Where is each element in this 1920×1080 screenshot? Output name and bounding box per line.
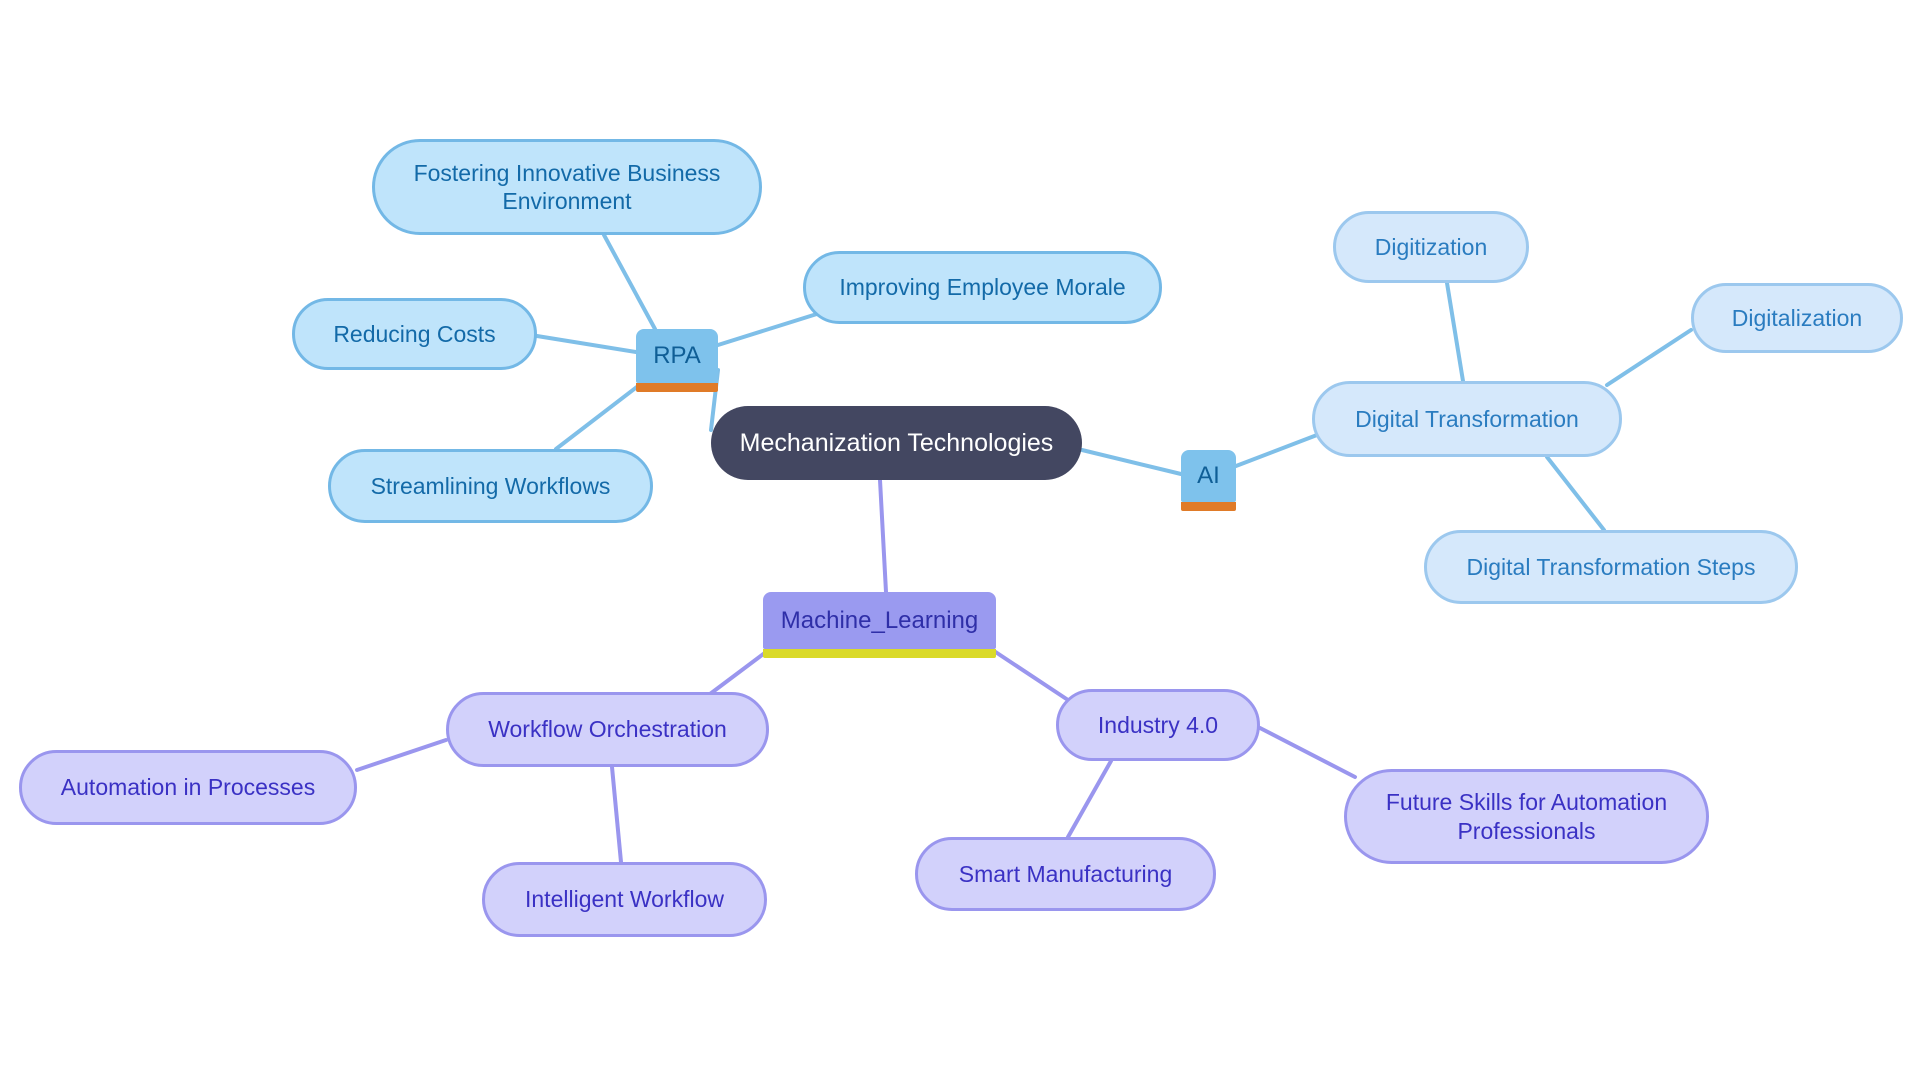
node-label: Digital Transformation <box>1355 405 1579 432</box>
mindmap-node-industry40[interactable]: Industry 4.0 <box>1056 689 1260 761</box>
edge-industry40-to-future-skills <box>1258 726 1357 779</box>
edge-root-to-ml <box>878 478 888 594</box>
node-label: Digitization <box>1374 233 1488 260</box>
edge-root-to-ai <box>1080 448 1183 476</box>
mindmap-node-digital-transformation[interactable]: Digital Transformation <box>1312 381 1622 457</box>
mindmap-node-root[interactable]: Mechanization Technologies <box>711 406 1082 480</box>
mindmap-node-digitization[interactable]: Digitization <box>1333 211 1529 283</box>
mindmap-node-workflow-orchestration[interactable]: Workflow Orchestration <box>446 692 769 767</box>
node-label: Smart Manufacturing <box>958 860 1173 887</box>
mindmap-node-intelligent-workflow[interactable]: Intelligent Workflow <box>482 862 767 937</box>
mindmap-node-ml[interactable]: Machine_Learning <box>763 592 996 658</box>
edge-rpa-to-fostering <box>602 233 657 331</box>
edge-rpa-to-reducing-costs <box>535 334 638 354</box>
node-label: AI <box>1197 462 1220 490</box>
node-label: Machine_Learning <box>780 606 979 634</box>
node-label: Improving Employee Morale <box>839 274 1126 301</box>
mindmap-node-morale[interactable]: Improving Employee Morale <box>803 251 1162 324</box>
mindmap-node-rpa[interactable]: RPA <box>636 329 718 392</box>
mindmap-node-ai[interactable]: AI <box>1181 450 1236 511</box>
node-label: Future Skills for Automation Professiona… <box>1385 789 1668 844</box>
node-label: Workflow Orchestration <box>488 716 727 743</box>
edge-ml-to-industry40 <box>989 647 1070 702</box>
mindmap-node-digitalization[interactable]: Digitalization <box>1691 283 1903 353</box>
node-label: Fostering Innovative Business Environmen… <box>413 159 721 214</box>
mindmap-canvas: Mechanization Technologies RPA AI Machine_L… <box>0 0 1920 1080</box>
mindmap-node-dt-steps[interactable]: Digital Transformation Steps <box>1424 530 1798 604</box>
mindmap-node-automation-processes[interactable]: Automation in Processes <box>19 750 357 825</box>
edge-digital-transformation-to-digitization <box>1445 281 1465 383</box>
node-label: Digitalization <box>1731 304 1863 331</box>
edge-workflow-orchestration-to-intelligent-workflow <box>610 765 623 864</box>
mindmap-node-smart-manufacturing[interactable]: Smart Manufacturing <box>915 837 1216 911</box>
node-label: Digital Transformation Steps <box>1466 553 1756 580</box>
mindmap-node-future-skills[interactable]: Future Skills for Automation Professiona… <box>1344 769 1709 864</box>
node-label: Industry 4.0 <box>1097 711 1219 738</box>
edge-rpa-to-morale <box>716 311 822 347</box>
node-label: Automation in Processes <box>60 774 316 801</box>
edge-rpa-to-streamlining <box>554 381 644 451</box>
edge-workflow-orchestration-to-automation-processes <box>355 738 448 772</box>
edge-digital-transformation-to-digitalization <box>1605 328 1693 387</box>
node-label: Reducing Costs <box>333 320 496 347</box>
edge-digital-transformation-to-dt-steps <box>1545 455 1606 532</box>
node-label: Mechanization Technologies <box>739 428 1054 457</box>
edge-industry40-to-smart-manufacturing <box>1066 759 1113 839</box>
mindmap-node-fostering[interactable]: Fostering Innovative Business Environmen… <box>372 139 762 235</box>
node-label: RPA <box>653 342 701 370</box>
node-label: Intelligent Workflow <box>525 886 724 913</box>
mindmap-node-reducing-costs[interactable]: Reducing Costs <box>292 298 537 370</box>
node-label: Streamlining Workflows <box>370 472 611 499</box>
mindmap-node-streamlining[interactable]: Streamlining Workflows <box>328 449 653 523</box>
